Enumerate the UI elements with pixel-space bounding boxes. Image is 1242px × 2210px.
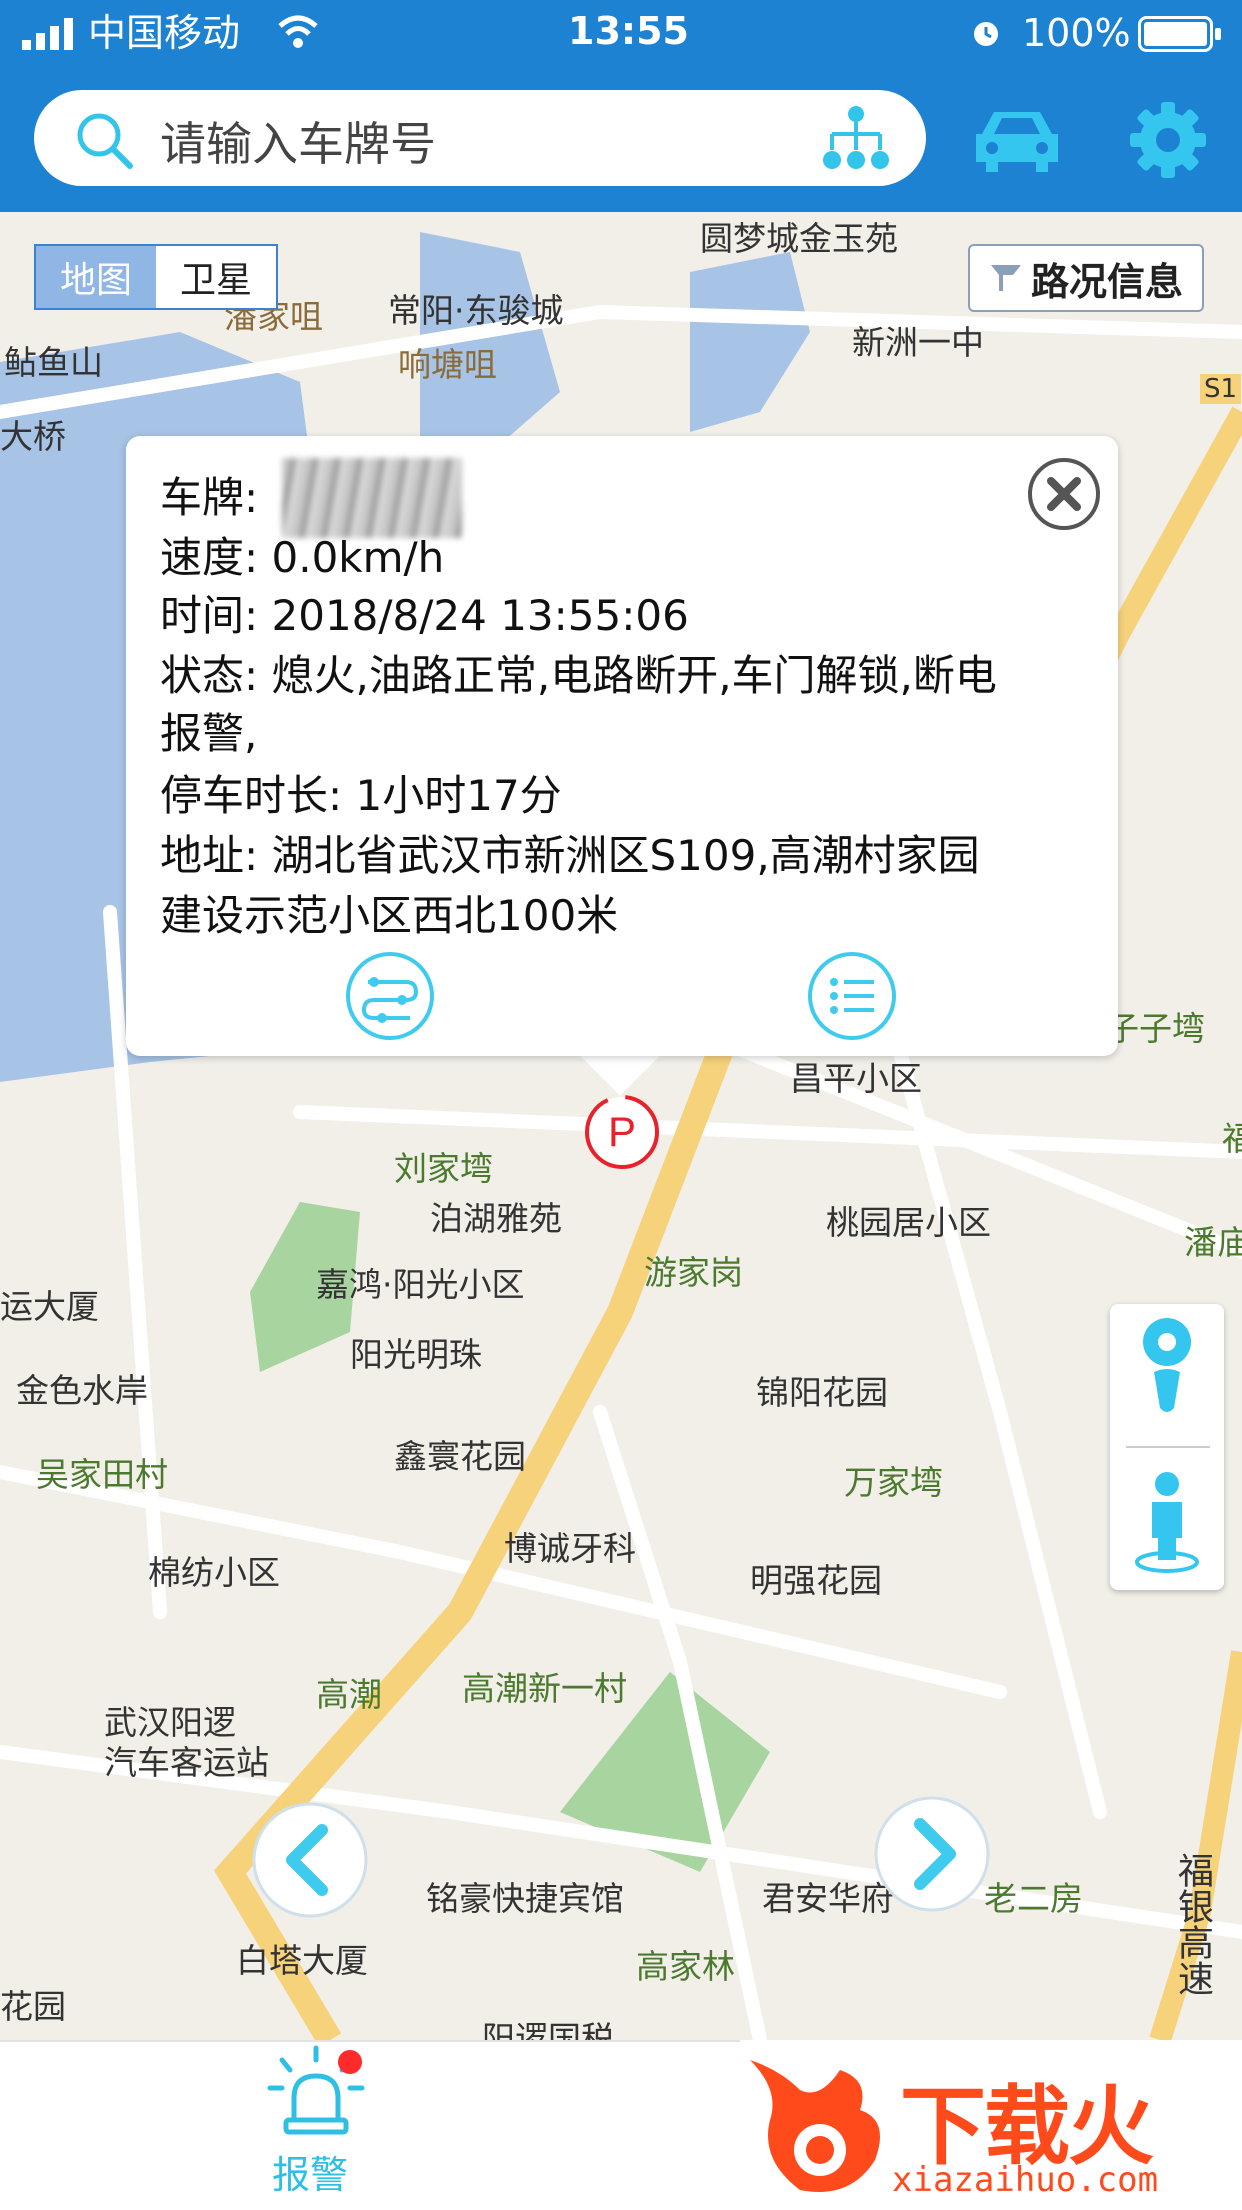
speed-text: 速度: 0.0km/h xyxy=(160,533,445,582)
map-label-xinhuanhuayuan: 鑫寰花园 xyxy=(394,1437,526,1476)
map-label-yangguangmingzhu: 阳光明珠 xyxy=(350,1335,482,1374)
close-icon[interactable] xyxy=(1026,456,1102,532)
next-arrow-icon[interactable] xyxy=(872,1794,992,1914)
map-type-toggle: 地图 卫星 xyxy=(34,244,278,310)
previous-arrow-icon[interactable] xyxy=(250,1800,370,1920)
map-label-gaochaoxinyicun: 高潮新一村 xyxy=(462,1669,627,1708)
location-divider xyxy=(1126,1446,1210,1448)
map-label-minghao-hotel: 铭豪快捷宾馆 xyxy=(426,1879,624,1918)
address-text-line2: 建设示范小区西北100米 xyxy=(160,891,619,940)
map-label-dongjuncheng: 常阳·东骏城 xyxy=(388,291,564,330)
map-label-zizi: 子子塆 xyxy=(1106,1009,1205,1048)
battery-percent: 100% xyxy=(1022,11,1131,55)
map-label-bohuyayuan: 泊湖雅苑 xyxy=(430,1199,562,1238)
map-label-jinyanghuayuan: 锦阳花园 xyxy=(756,1373,888,1412)
traffic-icon xyxy=(990,265,1021,291)
car-icon[interactable] xyxy=(972,104,1062,176)
map-label-baitadasha: 白塔大厦 xyxy=(236,1941,368,1980)
person-locate-icon[interactable] xyxy=(1130,1466,1204,1576)
map-label-wanjiawan: 万家塆 xyxy=(844,1463,943,1502)
map-label-wujiatiancun: 吴家田村 xyxy=(36,1455,168,1494)
map-label-daqiao: 大桥 xyxy=(0,417,66,456)
map-label-fu: 福 xyxy=(1222,1119,1242,1158)
status-text-line1: 状态: 熄火,油路正常,电路断开,车门解锁,断电 xyxy=(160,651,997,700)
address-text-line1: 地址: 湖北省武汉市新洲区S109,高潮村家园 xyxy=(160,831,980,880)
map-label-xiangtangzui: 响塘咀 xyxy=(398,345,497,384)
map-label-youjiagang: 游家岗 xyxy=(644,1253,743,1292)
status-time: 13:55 xyxy=(568,9,689,53)
vehicle-info-popup: 车牌: 速度: 0.0km/h 时间: 2018/8/24 13:55:06 状… xyxy=(126,436,1118,1056)
list-detail-icon[interactable] xyxy=(806,950,898,1042)
map-label-liujiawan: 刘家塆 xyxy=(394,1149,493,1188)
time-text: 时间: 2018/8/24 13:55:06 xyxy=(160,591,689,640)
map-label-changping: 昌平小区 xyxy=(790,1059,922,1098)
plate-label: 车牌: xyxy=(160,473,259,522)
map-label-yundasha: 运大厦 xyxy=(0,1287,99,1326)
map-label-mianfang: 棉纺小区 xyxy=(148,1553,280,1592)
map-label-yuanmengcheng: 圆梦城金玉苑 xyxy=(700,219,898,258)
status-text-line2: 报警, xyxy=(160,709,258,758)
tab-map[interactable]: 地图 xyxy=(36,246,156,308)
map-label-bochengyake: 博诚牙科 xyxy=(504,1529,636,1568)
traffic-info-button[interactable]: 路况信息 xyxy=(968,244,1204,312)
traffic-label: 路况信息 xyxy=(1030,259,1183,304)
map-label-jiahong: 嘉鸿·阳光小区 xyxy=(316,1265,525,1304)
org-tree-icon[interactable] xyxy=(820,104,892,174)
parking-marker-icon[interactable]: P xyxy=(582,1092,662,1172)
map-label-gaochao: 高潮 xyxy=(316,1675,382,1714)
map-label-nianyushan: 鲇鱼山 xyxy=(4,343,103,382)
carrier-name: 中国移动 xyxy=(88,11,241,55)
plate-number-redacted xyxy=(282,458,462,538)
tab-satellite[interactable]: 卫星 xyxy=(156,246,276,308)
parking-duration-text: 停车时长: 1小时17分 xyxy=(160,771,562,820)
map-label-gaojialin: 高家林 xyxy=(636,1947,735,1986)
watermark-flame-logo xyxy=(750,2060,880,2192)
watermark-url: xiazaihuo.com xyxy=(892,2160,1159,2200)
search-icon[interactable] xyxy=(74,110,134,170)
alarm-clock-icon xyxy=(974,22,998,46)
map-label-panmiao: 潘庙 xyxy=(1184,1223,1242,1262)
map-label-taoyuanju: 桃园居小区 xyxy=(826,1203,991,1242)
alarm-tab-label[interactable]: 报警 xyxy=(272,2144,348,2199)
map-label-bus-station: 汽车客运站 xyxy=(104,1743,269,1782)
track-route-icon[interactable] xyxy=(344,950,436,1042)
alarm-notification-badge xyxy=(338,2050,362,2074)
map-label-huayuan: 花园 xyxy=(0,1987,66,2026)
vehicle-locate-icon[interactable] xyxy=(1130,1312,1204,1418)
map-label-jinseshuian: 金色水岸 xyxy=(16,1371,148,1410)
battery-icon xyxy=(1138,16,1221,52)
search-placeholder[interactable]: 请输入车牌号 xyxy=(160,108,436,174)
wifi-icon xyxy=(278,15,318,48)
map-label-yangluoguoshui: 阳逻国税 xyxy=(482,2019,614,2040)
map-label-xinzhou-school: 新洲一中 xyxy=(852,323,984,362)
gear-icon[interactable] xyxy=(1128,100,1208,180)
map-label-mingqiang: 明强花园 xyxy=(750,1561,882,1600)
map-label-laoerfang: 老二房 xyxy=(984,1879,1083,1918)
map-label-fuyin-highway: 福银高速 xyxy=(1172,1852,1213,1996)
map-label-s1: S1 xyxy=(1200,374,1242,404)
signal-icon xyxy=(22,18,73,50)
parking-marker-label: P xyxy=(608,1108,636,1155)
